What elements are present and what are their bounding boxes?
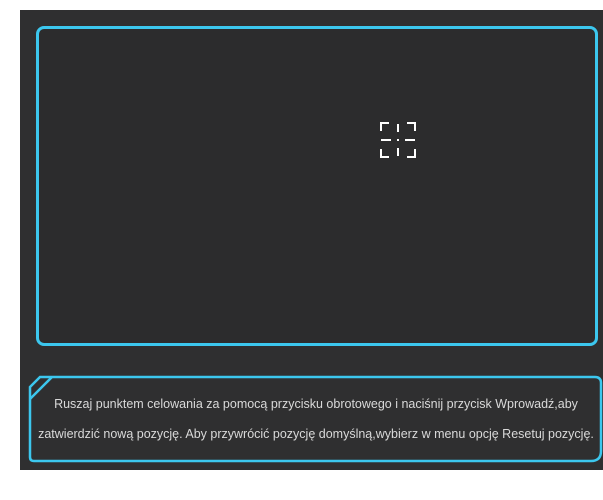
info-panel: Ruszaj punktem celowania za pomocą przyc… — [28, 375, 603, 463]
crosshair-preview-area[interactable] — [36, 26, 598, 346]
instruction-text: Ruszaj punktem celowania za pomocą przyc… — [36, 389, 596, 449]
display-screen: Ruszaj punktem celowania za pomocą przyc… — [20, 10, 603, 470]
instruction-line-2: zatwierdzić nową pozycję. Aby przywrócić… — [38, 427, 594, 441]
crosshair-icon — [379, 121, 417, 159]
instruction-line-1: Ruszaj punktem celowania za pomocą przyc… — [54, 397, 578, 411]
